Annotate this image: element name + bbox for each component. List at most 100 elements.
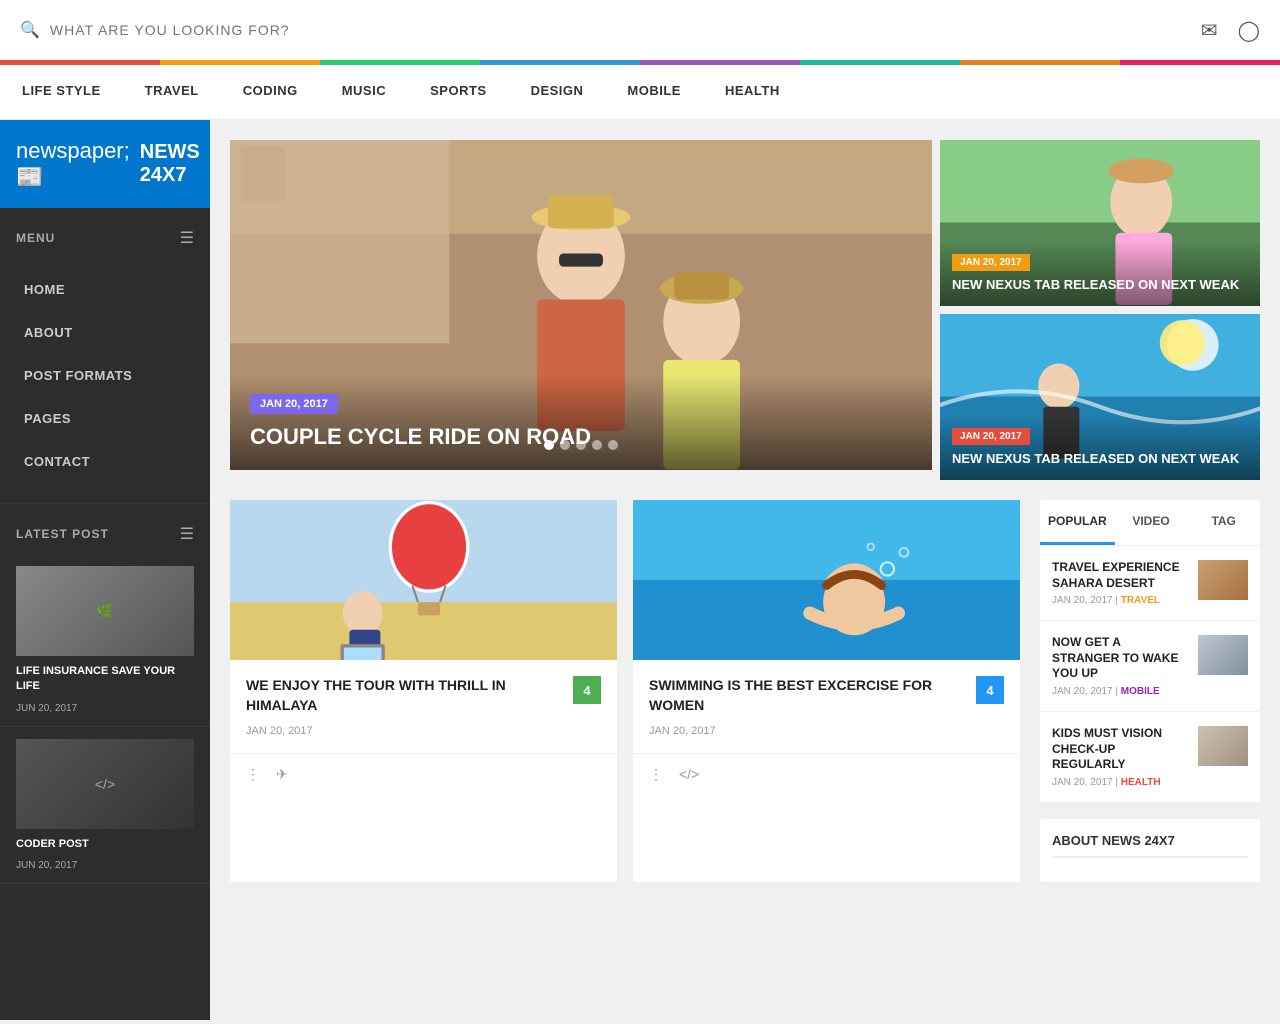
sidebar-post-1-placeholder: 🌿 <box>16 566 194 656</box>
header-icons: ✉ ◯ <box>1201 18 1260 43</box>
sidebar-post-1-date: JUN 20, 2017 <box>16 703 194 714</box>
sidebar-post-2-img: </> <box>16 739 194 829</box>
sidebar-left: newspaper;📰 NEWS 24X7 MENU ☰ HOME ABOUT … <box>0 120 210 1020</box>
hero-dot-1[interactable] <box>544 440 554 450</box>
sidebar-article-3-date: JAN 20, 2017 <box>1052 777 1113 788</box>
hero-section: JAN 20, 2017 COUPLE CYCLE RIDE ON ROAD <box>230 140 1260 480</box>
sidebar-article-1: TRAVEL EXPERIENCE SAHARA DESERT JAN 20, … <box>1040 546 1260 621</box>
sidebar-article-3-text: KIDS MUST VISION CHECK-UP REGULARLY JAN … <box>1052 726 1188 788</box>
code-icon: </> <box>95 776 115 792</box>
nav-item-health[interactable]: HEALTH <box>703 65 802 119</box>
tabs-header: POPULAR VIDEO TAG <box>1040 500 1260 546</box>
menu-section-header: MENU ☰ <box>0 208 210 258</box>
sidebar-item-contact[interactable]: CONTACT <box>0 440 210 483</box>
search-input[interactable] <box>50 22 1191 38</box>
hero-dot-2[interactable] <box>560 440 570 450</box>
sidebar-article-3-title[interactable]: KIDS MUST VISION CHECK-UP REGULARLY <box>1052 726 1188 773</box>
hero-main-date: JAN 20, 2017 <box>250 394 338 414</box>
card-2-title-row: SWIMMING IS THE BEST EXCERCISE FOR WOMEN… <box>649 676 1004 715</box>
nav-item-coding[interactable]: CODING <box>221 65 320 119</box>
sidebar-article-2-title[interactable]: NOW GET A STRANGER TO WAKE YOU UP <box>1052 635 1188 682</box>
brand-name: NEWS 24X7 <box>140 141 200 187</box>
nav-item-travel[interactable]: TRAVEL <box>123 65 221 119</box>
art-img-2 <box>1198 635 1248 675</box>
share-icon-1[interactable]: ⋮ <box>246 766 260 783</box>
hero-dot-4[interactable] <box>592 440 602 450</box>
card-2-badge: 4 <box>976 676 1004 704</box>
leaf-icon: 🌿 <box>96 603 113 620</box>
sidebar-article-2-meta: JAN 20, 2017 | MOBILE <box>1052 686 1188 697</box>
sidebar-post-2-date: JUN 20, 2017 <box>16 860 194 871</box>
hamburger-icon[interactable]: ☰ <box>180 228 194 248</box>
nav-item-sports[interactable]: SPORTS <box>408 65 508 119</box>
tabs-widget: POPULAR VIDEO TAG TRAVEL EXPERIENCE SAHA… <box>1040 500 1260 803</box>
sidebar-item-pages[interactable]: PAGES <box>0 397 210 440</box>
card-1-title[interactable]: WE ENJOY THE TOUR WITH THRILL IN HIMALAY… <box>246 676 563 715</box>
sidebar-post-2-placeholder: </> <box>16 739 194 829</box>
card-2-water <box>633 500 1020 660</box>
sidebar-article-1-img <box>1198 560 1248 600</box>
cards-layout: WE ENJOY THE TOUR WITH THRILL IN HIMALAY… <box>230 500 1260 882</box>
art-img-3 <box>1198 726 1248 766</box>
hero-side-item-2: JAN 20, 2017 NEW NEXUS TAB RELEASED ON N… <box>940 314 1260 480</box>
card-1-date: JAN 20, 2017 <box>246 725 601 737</box>
card-1: WE ENJOY THE TOUR WITH THRILL IN HIMALAY… <box>230 500 617 882</box>
main-nav: LIFE STYLE TRAVEL CODING MUSIC SPORTS DE… <box>0 65 1280 120</box>
nav-item-lifestyle[interactable]: LIFE STYLE <box>0 65 123 119</box>
sidebar-item-post-formats[interactable]: POST FORMATS <box>0 354 210 397</box>
sidebar-article-1-title[interactable]: TRAVEL EXPERIENCE SAHARA DESERT <box>1052 560 1188 591</box>
sidebar-article-2-text: NOW GET A STRANGER TO WAKE YOU UP JAN 20… <box>1052 635 1188 697</box>
sidebar-post-1-img: 🌿 <box>16 566 194 656</box>
sidebar-menu: HOME ABOUT POST FORMATS PAGES CONTACT <box>0 258 210 493</box>
nav-item-mobile[interactable]: MOBILE <box>605 65 703 119</box>
sidebar-article-3-meta: JAN 20, 2017 | HEALTH <box>1052 777 1188 788</box>
sidebar-article-1-tag[interactable]: TRAVEL <box>1121 595 1160 606</box>
hero-dot-5[interactable] <box>608 440 618 450</box>
nav-item-design[interactable]: DESIGN <box>509 65 606 119</box>
hero-side-title-1: NEW NEXUS TAB RELEASED ON NEXT WEAK <box>952 277 1248 294</box>
sidebar-post-1-title[interactable]: LIFE INSURANCE SAVE YOUR LIFE <box>16 664 194 695</box>
hero-dots <box>544 440 618 450</box>
sidebar-article-1-meta: JAN 20, 2017 | TRAVEL <box>1052 595 1188 606</box>
sidebar-article-3-tag[interactable]: HEALTH <box>1121 777 1161 788</box>
tab-video[interactable]: VIDEO <box>1115 500 1188 545</box>
card-1-sky <box>230 500 617 660</box>
hero-main: JAN 20, 2017 COUPLE CYCLE RIDE ON ROAD <box>230 140 932 470</box>
sidebar-item-about[interactable]: ABOUT <box>0 311 210 354</box>
hero-side-overlay-1: JAN 20, 2017 NEW NEXUS TAB RELEASED ON N… <box>940 240 1260 306</box>
mail-icon[interactable]: ✉ <box>1201 18 1218 43</box>
sidebar-item-home[interactable]: HOME <box>0 268 210 311</box>
sidebar-article-3: KIDS MUST VISION CHECK-UP REGULARLY JAN … <box>1040 712 1260 803</box>
hero-side-date-2: JAN 20, 2017 <box>952 428 1030 445</box>
latest-post-icon: ☰ <box>180 524 194 544</box>
card-2-date: JAN 20, 2017 <box>649 725 1004 737</box>
brand-icon: newspaper;📰 <box>16 138 130 190</box>
card-2-footer: ⋮ </> <box>633 753 1020 795</box>
card-1-badge: 4 <box>573 676 601 704</box>
sidebar-article-2: NOW GET A STRANGER TO WAKE YOU UP JAN 20… <box>1040 621 1260 712</box>
sidebar-post-2-title[interactable]: CODER POST <box>16 837 194 852</box>
hero-side-title-2: NEW NEXUS TAB RELEASED ON NEXT WEAK <box>952 451 1248 468</box>
sidebar-right: POPULAR VIDEO TAG TRAVEL EXPERIENCE SAHA… <box>1040 500 1260 882</box>
header: 🔍 ✉ ◯ <box>0 0 1280 60</box>
card-1-footer: ⋮ ✈ <box>230 753 617 795</box>
code-icon-footer[interactable]: </> <box>679 766 699 783</box>
tab-tag[interactable]: TAG <box>1187 500 1260 545</box>
hero-side: JAN 20, 2017 NEW NEXUS TAB RELEASED ON N… <box>940 140 1260 480</box>
card-1-body: WE ENJOY THE TOUR WITH THRILL IN HIMALAY… <box>230 660 617 753</box>
sidebar-article-1-date: JAN 20, 2017 <box>1052 595 1113 606</box>
user-icon[interactable]: ◯ <box>1238 18 1260 43</box>
plane-icon-1[interactable]: ✈ <box>276 766 288 783</box>
cards-main: WE ENJOY THE TOUR WITH THRILL IN HIMALAY… <box>230 500 1020 882</box>
latest-post-label: LATEST POST <box>16 527 109 541</box>
sidebar-article-2-tag[interactable]: MOBILE <box>1121 686 1160 697</box>
share-icon-2[interactable]: ⋮ <box>649 766 663 783</box>
nav-item-music[interactable]: MUSIC <box>320 65 408 119</box>
sidebar-post-1: 🌿 LIFE INSURANCE SAVE YOUR LIFE JUN 20, … <box>0 554 210 727</box>
sidebar-article-3-img <box>1198 726 1248 766</box>
hero-dot-3[interactable] <box>576 440 586 450</box>
card-2-title[interactable]: SWIMMING IS THE BEST EXCERCISE FOR WOMEN <box>649 676 966 715</box>
tab-popular[interactable]: POPULAR <box>1040 500 1115 545</box>
sidebar-article-2-img <box>1198 635 1248 675</box>
card-2-img <box>633 500 1020 660</box>
